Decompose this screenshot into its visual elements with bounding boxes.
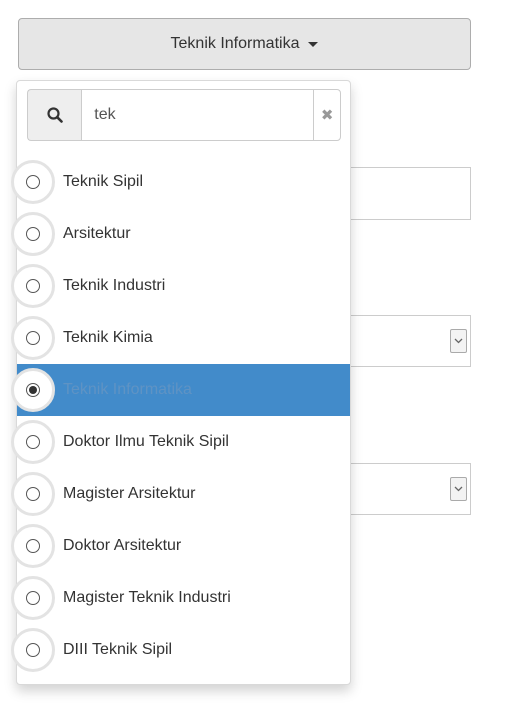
option-item[interactable]: Magister Teknik Industri — [11, 572, 350, 624]
radio-unchecked-icon — [26, 435, 40, 449]
caret-down-icon — [308, 41, 319, 47]
radio-button[interactable] — [11, 472, 55, 516]
radio-unchecked-icon — [26, 591, 40, 605]
option-label: Magister Teknik Industri — [63, 589, 231, 606]
radio-button[interactable] — [11, 420, 55, 464]
option-item[interactable]: DIII Teknik Sipil — [11, 624, 350, 676]
program-dropdown-toggle[interactable]: Teknik Informatika — [18, 18, 471, 70]
search-group: ✖ — [27, 89, 341, 141]
radio-unchecked-icon — [26, 643, 40, 657]
option-item[interactable]: Teknik Kimia — [11, 312, 350, 364]
option-item[interactable]: Doktor Arsitektur — [11, 520, 350, 572]
radio-button[interactable] — [11, 212, 55, 256]
radio-button[interactable] — [11, 628, 55, 672]
option-label: Teknik Informatika — [63, 381, 192, 398]
option-item[interactable]: Teknik Industri — [11, 260, 350, 312]
option-label: Magister Arsitektur — [63, 485, 196, 502]
radio-button[interactable] — [11, 316, 55, 360]
option-label: Doktor Arsitektur — [63, 537, 182, 554]
search-icon — [27, 89, 82, 141]
option-label: Teknik Industri — [63, 277, 166, 294]
option-label: Teknik Sipil — [63, 173, 144, 190]
option-label: DIII Teknik Sipil — [63, 641, 173, 658]
radio-unchecked-icon — [26, 331, 40, 345]
radio-button[interactable] — [11, 524, 55, 568]
option-label: Doktor Ilmu Teknik Sipil — [63, 433, 229, 450]
dropdown-toggle-label: Teknik Informatika — [170, 35, 300, 52]
radio-unchecked-icon — [26, 279, 40, 293]
radio-checked-icon — [26, 383, 40, 397]
option-item[interactable]: Arsitektur — [11, 208, 350, 260]
radio-unchecked-icon — [26, 175, 40, 189]
option-item[interactable]: Teknik Informatika — [11, 364, 350, 416]
radio-button[interactable] — [11, 160, 55, 204]
option-item[interactable]: Magister Arsitektur — [11, 468, 350, 520]
background-text-field[interactable] — [330, 167, 471, 220]
chevron-down-icon[interactable] — [450, 329, 467, 353]
option-item[interactable]: Doktor Ilmu Teknik Sipil — [11, 416, 350, 468]
option-item[interactable]: Teknik Sipil — [11, 156, 350, 208]
radio-button[interactable] — [11, 264, 55, 308]
radio-unchecked-icon — [26, 539, 40, 553]
search-input[interactable] — [81, 89, 314, 141]
radio-unchecked-icon — [26, 487, 40, 501]
radio-unchecked-icon — [26, 227, 40, 241]
radio-dot — [29, 386, 37, 394]
radio-button[interactable] — [11, 576, 55, 620]
dropdown-menu: ✖ Teknik SipilArsitekturTeknik IndustriT… — [11, 80, 351, 685]
close-icon[interactable]: ✖ — [313, 89, 341, 141]
radio-button[interactable] — [11, 368, 55, 412]
option-label: Teknik Kimia — [63, 329, 153, 346]
option-label: Arsitektur — [63, 225, 131, 242]
background-select-1[interactable] — [330, 315, 471, 367]
background-select-2[interactable] — [330, 463, 471, 515]
option-list: Teknik Sipil Arsitektur Teknik Industri Tek… — [11, 156, 350, 676]
chevron-down-icon[interactable] — [450, 477, 467, 501]
